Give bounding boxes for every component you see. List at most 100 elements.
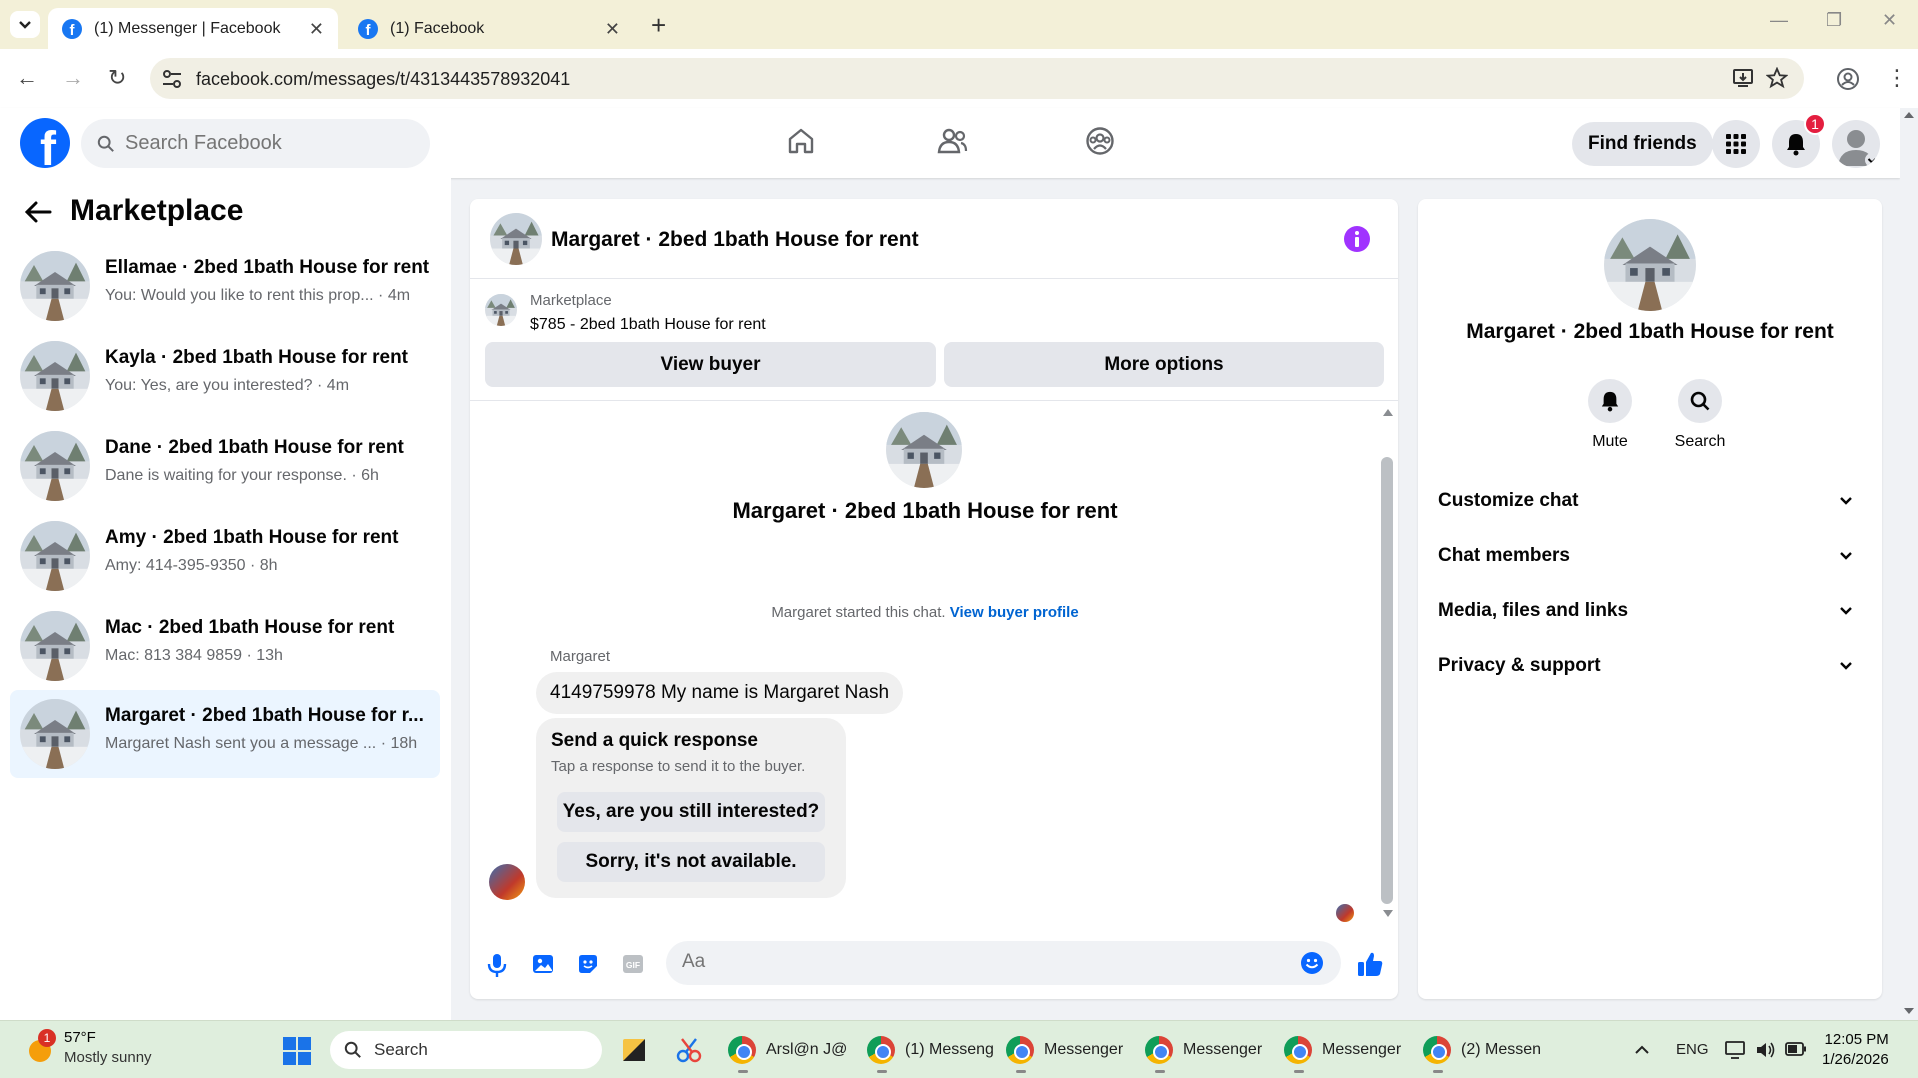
listing-thumbnail	[20, 521, 90, 591]
taskbar-chrome-app[interactable]: (2) Messen	[1423, 1031, 1541, 1073]
listing-thumbnail	[20, 699, 90, 769]
taskbar-chrome-app[interactable]: Arsl@n J@	[728, 1031, 848, 1073]
reload-icon[interactable]: ↻	[108, 65, 126, 91]
conversation-item[interactable]: Dane · 2bed 1bath House for rent Dane is…	[10, 422, 440, 510]
taskbar-chrome-app[interactable]: (1) Messeng	[867, 1031, 994, 1073]
gif-icon[interactable]: GIF	[621, 952, 645, 976]
privacy-support-section[interactable]: Privacy & support	[1438, 644, 1862, 688]
chat-title[interactable]: Margaret · 2bed 1bath House for rent	[551, 228, 919, 252]
photo-icon[interactable]	[531, 952, 555, 976]
taskbar-chrome-app[interactable]: Messenger	[1006, 1031, 1123, 1073]
omnibox[interactable]: facebook.com/messages/t/4313443578932041	[150, 58, 1804, 99]
view-buyer-button[interactable]: View buyer	[485, 342, 936, 387]
weather-temp: 57°F	[64, 1029, 96, 1046]
url-text[interactable]: facebook.com/messages/t/4313443578932041	[196, 69, 570, 90]
profile-icon[interactable]	[1836, 67, 1860, 91]
microphone-icon[interactable]	[487, 952, 507, 978]
conversation-snippet: Amy: 414-395-9350 · 8h	[105, 557, 278, 574]
quick-response-title: Send a quick response	[551, 730, 758, 751]
home-icon[interactable]	[786, 126, 816, 156]
tab-close-icon[interactable]: ✕	[309, 19, 324, 40]
new-tab-button[interactable]: +	[651, 10, 666, 41]
message-bubble[interactable]: 4149759978 My name is Margaret Nash	[536, 672, 904, 714]
bookmark-star-icon[interactable]	[1766, 67, 1788, 89]
details-avatar	[1604, 219, 1696, 311]
chrome-icon	[1006, 1036, 1034, 1064]
forward-arrow-icon[interactable]: →	[62, 65, 84, 91]
conversation-item[interactable]: Mac · 2bed 1bath House for rent Mac: 813…	[10, 602, 440, 690]
quick-response-button[interactable]: Sorry, it's not available.	[557, 842, 825, 882]
restore-icon[interactable]: ❐	[1826, 10, 1842, 31]
back-arrow-icon[interactable]	[24, 200, 52, 224]
taskbar-app-label: Arsl@n J@	[766, 1041, 848, 1058]
chat-members-section[interactable]: Chat members	[1438, 534, 1862, 578]
view-buyer-profile-link[interactable]: View buyer profile	[950, 604, 1079, 621]
install-app-icon[interactable]	[1732, 67, 1754, 89]
battery-icon[interactable]	[1785, 1042, 1807, 1056]
emoji-icon[interactable]	[1300, 951, 1324, 975]
chevron-down-icon	[1840, 662, 1852, 670]
windows-start-icon[interactable]	[282, 1036, 312, 1066]
facebook-search-input[interactable]	[125, 132, 405, 155]
message-input-box[interactable]	[666, 941, 1341, 985]
grid-menu-icon	[1726, 134, 1746, 154]
find-friends-button[interactable]: Find friends	[1572, 122, 1713, 166]
snipping-tool-icon[interactable]	[674, 1035, 704, 1065]
mute-label: Mute	[1592, 433, 1628, 450]
window-close-icon[interactable]: ✕	[1882, 10, 1897, 31]
sticker-icon[interactable]	[576, 952, 600, 976]
more-options-button[interactable]: More options	[944, 342, 1384, 387]
message-input[interactable]	[682, 951, 1282, 973]
conversation-snippet: Mac: 813 384 9859 · 13h	[105, 647, 283, 664]
customize-chat-section[interactable]: Customize chat	[1438, 479, 1862, 523]
taskbar-chrome-app[interactable]: Messenger	[1284, 1031, 1401, 1073]
browser-menu-icon[interactable]: ⋮	[1886, 65, 1908, 91]
clock-time: 12:05 PM	[1824, 1031, 1889, 1048]
sender-avatar[interactable]	[489, 864, 525, 900]
friends-icon[interactable]	[936, 126, 968, 156]
system-clock[interactable]: 12:05 PM 1/26/2026	[1822, 1030, 1889, 1070]
like-thumbs-up-icon[interactable]	[1356, 950, 1384, 978]
mute-action[interactable]: Mute	[1570, 379, 1650, 451]
media-files-links-section[interactable]: Media, files and links	[1438, 589, 1862, 633]
info-icon[interactable]	[1343, 225, 1371, 253]
taskbar-chrome-app[interactable]: Messenger	[1145, 1031, 1262, 1073]
facebook-logo[interactable]: f	[20, 118, 70, 168]
taskbar-search-placeholder: Search	[374, 1040, 428, 1059]
sticky-notes-icon[interactable]	[620, 1036, 648, 1064]
facebook-search-box[interactable]	[81, 119, 430, 168]
browser-tab-facebook[interactable]: f (1) Facebook ✕	[344, 8, 634, 49]
taskbar-search[interactable]: Search	[330, 1031, 602, 1069]
section-label: Privacy & support	[1438, 655, 1601, 676]
tab-search-button[interactable]	[10, 11, 40, 38]
back-arrow-icon[interactable]: ←	[16, 65, 38, 91]
tab-close-icon[interactable]: ✕	[605, 19, 620, 40]
page-scrollbar[interactable]	[1900, 108, 1918, 1020]
chrome-icon	[1284, 1036, 1312, 1064]
listing-price[interactable]: $785 - 2bed 1bath House for rent	[530, 316, 766, 334]
chat-thumbnail[interactable]	[490, 213, 542, 265]
windows-taskbar: 1 57°F Mostly sunny Search Arsl@n J@ (1)…	[0, 1020, 1918, 1078]
chat-scrollbar-thumb[interactable]	[1381, 457, 1393, 904]
minimize-icon[interactable]: —	[1770, 10, 1788, 31]
quick-response-button[interactable]: Yes, are you still interested?	[557, 792, 825, 832]
conversation-item[interactable]: Kayla · 2bed 1bath House for rent You: Y…	[10, 332, 440, 420]
listing-thumbnail	[20, 431, 90, 501]
groups-icon[interactable]	[1085, 126, 1115, 156]
conversation-item[interactable]: Ellamae · 2bed 1bath House for rent You:…	[10, 242, 440, 330]
clock-date: 1/26/2026	[1822, 1051, 1889, 1068]
menu-button[interactable]	[1712, 120, 1760, 168]
volume-icon[interactable]	[1755, 1040, 1777, 1060]
chevron-up-icon[interactable]	[1634, 1045, 1650, 1055]
account-avatar[interactable]	[1832, 120, 1880, 168]
language-indicator[interactable]: ENG	[1676, 1041, 1709, 1058]
conversation-item-selected[interactable]: Margaret · 2bed 1bath House for r... Mar…	[10, 690, 440, 778]
seen-indicator-avatar	[1336, 904, 1354, 922]
browser-tab-messenger[interactable]: f (1) Messenger | Facebook ✕	[48, 8, 338, 49]
search-action[interactable]: Search	[1660, 379, 1740, 451]
site-info-icon[interactable]	[162, 70, 182, 88]
network-icon[interactable]	[1725, 1040, 1747, 1060]
started-text: Margaret started this chat.	[771, 604, 946, 621]
conversation-item[interactable]: Amy · 2bed 1bath House for rent Amy: 414…	[10, 512, 440, 600]
tab-title: (1) Messenger | Facebook	[94, 19, 281, 37]
